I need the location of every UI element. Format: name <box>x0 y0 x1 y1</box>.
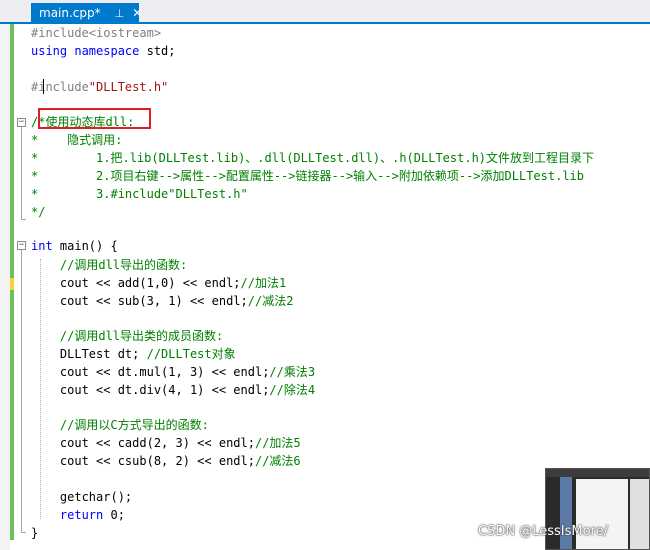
keyword: int <box>31 239 53 253</box>
fold-toggle-comment[interactable]: − <box>17 118 26 127</box>
comment: //加法1 <box>240 276 287 290</box>
watermark: CSDN @LessIsMore/ <box>478 524 608 539</box>
code-line: cout << dt.mul(1, 3) << endl;//乘法3 <box>31 363 315 381</box>
code-line: //调用dll导出类的成员函数: <box>31 329 224 343</box>
fold-line-end <box>21 219 26 220</box>
code-line: cout << csub(8, 2) << endl;//减法6 <box>31 452 301 470</box>
fold-line <box>21 127 22 219</box>
code-line: cout << cadd(2, 3) << endl;//加法5 <box>31 434 301 452</box>
pin-icon[interactable]: ⊥ <box>115 7 125 20</box>
comment: //DLLTest对象 <box>139 347 236 361</box>
close-icon[interactable]: ✕ <box>132 6 142 20</box>
annotation-highlight-box <box>38 108 151 129</box>
thumbnail-panel <box>630 479 649 549</box>
code-text: cout << dt.div(4, 1) << endl; <box>31 383 270 397</box>
change-indicator-modified <box>10 278 14 290</box>
thumbnail-titlebar <box>546 469 649 477</box>
code-line: #include<iostream> <box>31 26 162 40</box>
comment: //减法2 <box>247 294 294 308</box>
code-line: int main() { <box>31 237 118 255</box>
text-cursor <box>43 79 44 94</box>
code-line: cout << sub(3, 1) << endl;//减法2 <box>31 292 294 310</box>
string-literal: "DLLTest.h" <box>88 80 169 94</box>
thumbnail-sidebar <box>560 477 572 549</box>
code-line: * 3.#include"DLLTest.h" <box>31 187 248 201</box>
change-indicator <box>10 290 14 540</box>
preprocessor: #include <box>31 80 89 94</box>
comment: //乘法3 <box>269 365 316 379</box>
code-text: cout << sub(3, 1) << endl; <box>31 294 248 308</box>
code-line: cout << dt.div(4, 1) << endl;//除法4 <box>31 381 315 399</box>
fold-line-end <box>21 532 26 533</box>
code-line: * 2.项目右键-->属性-->配置属性-->链接器-->输入-->附加依赖项-… <box>31 169 584 183</box>
code-line: * 1.把.lib(DLLTest.lib)、.dll(DLLTest.dll)… <box>31 151 595 165</box>
code-line: DLLTest dt; //DLLTest对象 <box>31 345 236 363</box>
editor-gutter <box>0 24 10 550</box>
tab-label: main.cpp* <box>39 6 101 20</box>
comment: //加法5 <box>254 436 301 450</box>
code-line: getchar(); <box>31 490 133 504</box>
code-text: DLLTest dt; <box>31 347 140 361</box>
code-line: return 0; <box>31 506 125 524</box>
keyword: using namespace <box>31 44 140 58</box>
code-text: cout << cadd(2, 3) << endl; <box>31 436 255 450</box>
thumbnail-page <box>576 479 628 549</box>
code-line: * 隐式调用: <box>31 133 123 147</box>
keyword: return <box>31 508 104 522</box>
code-text: cout << add(1,0) << endl; <box>31 276 241 290</box>
tab-main-cpp[interactable]: main.cpp* ⊥ ✕ <box>31 3 142 23</box>
comment: //减法6 <box>254 454 301 468</box>
change-indicator <box>10 24 14 278</box>
code-text: main() { <box>52 239 118 253</box>
editor-tab-bar: main.cpp* ⊥ ✕ <box>0 0 650 24</box>
code-text: std; <box>139 44 176 58</box>
fold-line <box>21 250 22 532</box>
code-line: #include"DLLTest.h" <box>31 78 168 96</box>
code-line: } <box>31 526 39 540</box>
code-line: */ <box>31 205 46 219</box>
code-text: cout << dt.mul(1, 3) << endl; <box>31 365 270 379</box>
code-line: //调用以C方式导出的函数: <box>31 418 209 432</box>
code-line: cout << add(1,0) << endl;//加法1 <box>31 274 286 292</box>
code-text: 0; <box>103 508 125 522</box>
fold-toggle-main[interactable]: − <box>17 241 26 250</box>
comment: //除法4 <box>269 383 316 397</box>
code-text: cout << csub(8, 2) << endl; <box>31 454 255 468</box>
code-line: using namespace std; <box>31 42 176 60</box>
code-line: //调用dll导出的函数: <box>31 258 188 272</box>
